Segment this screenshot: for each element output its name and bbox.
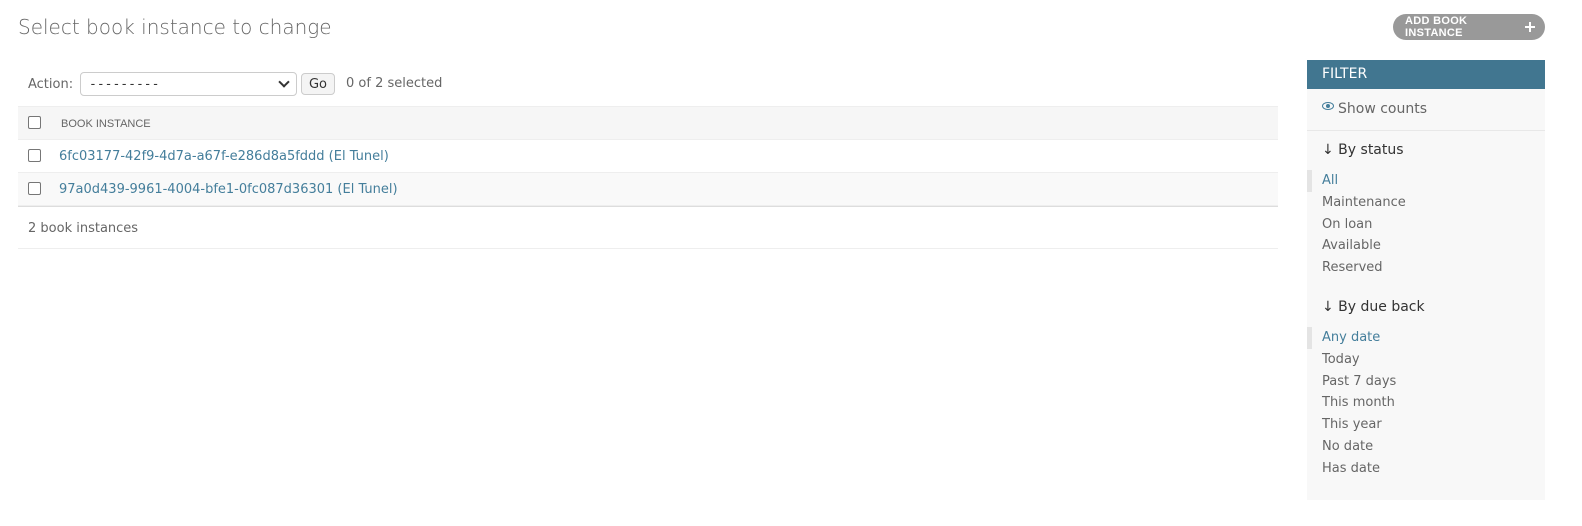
paginator: 2 book instances [18, 206, 1278, 249]
row-checkbox[interactable] [28, 149, 41, 162]
row-checkbox[interactable] [28, 182, 41, 195]
go-button[interactable]: Go [301, 73, 335, 95]
action-select-value: --------- [89, 76, 160, 92]
eye-icon [1322, 102, 1334, 110]
select-all-checkbox[interactable] [28, 116, 41, 129]
add-button-label: Add book instance [1405, 15, 1468, 39]
book-instance-link[interactable]: 97a0d439-9961-4004-bfe1-0fc087d36301 (El… [59, 182, 398, 197]
action-label: Action: [28, 77, 74, 92]
show-counts-link[interactable]: Show counts [1322, 101, 1427, 117]
selection-counter: 0 of 2 selected [346, 76, 443, 91]
filter-option-this-year[interactable]: This year [1307, 414, 1545, 436]
filter-group-title-due-back: ↓ By due back [1322, 299, 1425, 315]
filter-option-any-date[interactable]: Any date [1307, 327, 1545, 349]
filter-option-today[interactable]: Today [1307, 349, 1545, 371]
chevron-down-icon [278, 76, 290, 88]
page-title: Select book instance to change [18, 15, 332, 39]
filter-option-available[interactable]: Available [1307, 235, 1545, 257]
show-counts-label: Show counts [1338, 101, 1428, 117]
filter-group-title-status: ↓ By status [1322, 142, 1404, 158]
filter-list-due-back: Any date Today Past 7 days This month Th… [1307, 327, 1545, 480]
filter-list-status: All Maintenance On loan Available Reserv… [1307, 170, 1545, 279]
filter-option-maintenance[interactable]: Maintenance [1307, 192, 1545, 214]
add-book-instance-button[interactable]: Add book instance [1393, 14, 1545, 40]
divider [1307, 130, 1545, 131]
actions-bar: Action: --------- Go 0 of 2 selected [18, 62, 1278, 106]
filter-option-this-month[interactable]: This month [1307, 392, 1545, 414]
book-instance-link[interactable]: 6fc03177-42f9-4d7a-a67f-e286d8a5fddd (El… [59, 149, 389, 164]
table-row: 6fc03177-42f9-4d7a-a67f-e286d8a5fddd (El… [18, 140, 1278, 173]
results-table: Book instance 6fc03177-42f9-4d7a-a67f-e2… [18, 106, 1278, 206]
table-row: 97a0d439-9961-4004-bfe1-0fc087d36301 (El… [18, 173, 1278, 206]
action-select[interactable]: --------- [80, 72, 297, 96]
table-header-row: Book instance [18, 106, 1278, 140]
filter-option-on-loan[interactable]: On loan [1307, 214, 1545, 236]
filter-sidebar: Filter Show counts ↓ By status All Maint… [1307, 60, 1545, 500]
plus-icon [1525, 22, 1535, 32]
filter-option-no-date[interactable]: No date [1307, 436, 1545, 458]
result-count: 2 book instances [28, 221, 139, 236]
filter-option-reserved[interactable]: Reserved [1307, 257, 1545, 279]
filter-option-has-date[interactable]: Has date [1307, 458, 1545, 480]
filter-option-past-7-days[interactable]: Past 7 days [1307, 371, 1545, 393]
filter-option-all[interactable]: All [1307, 170, 1545, 192]
filter-heading: Filter [1307, 60, 1545, 89]
column-header-book-instance[interactable]: Book instance [61, 118, 151, 130]
